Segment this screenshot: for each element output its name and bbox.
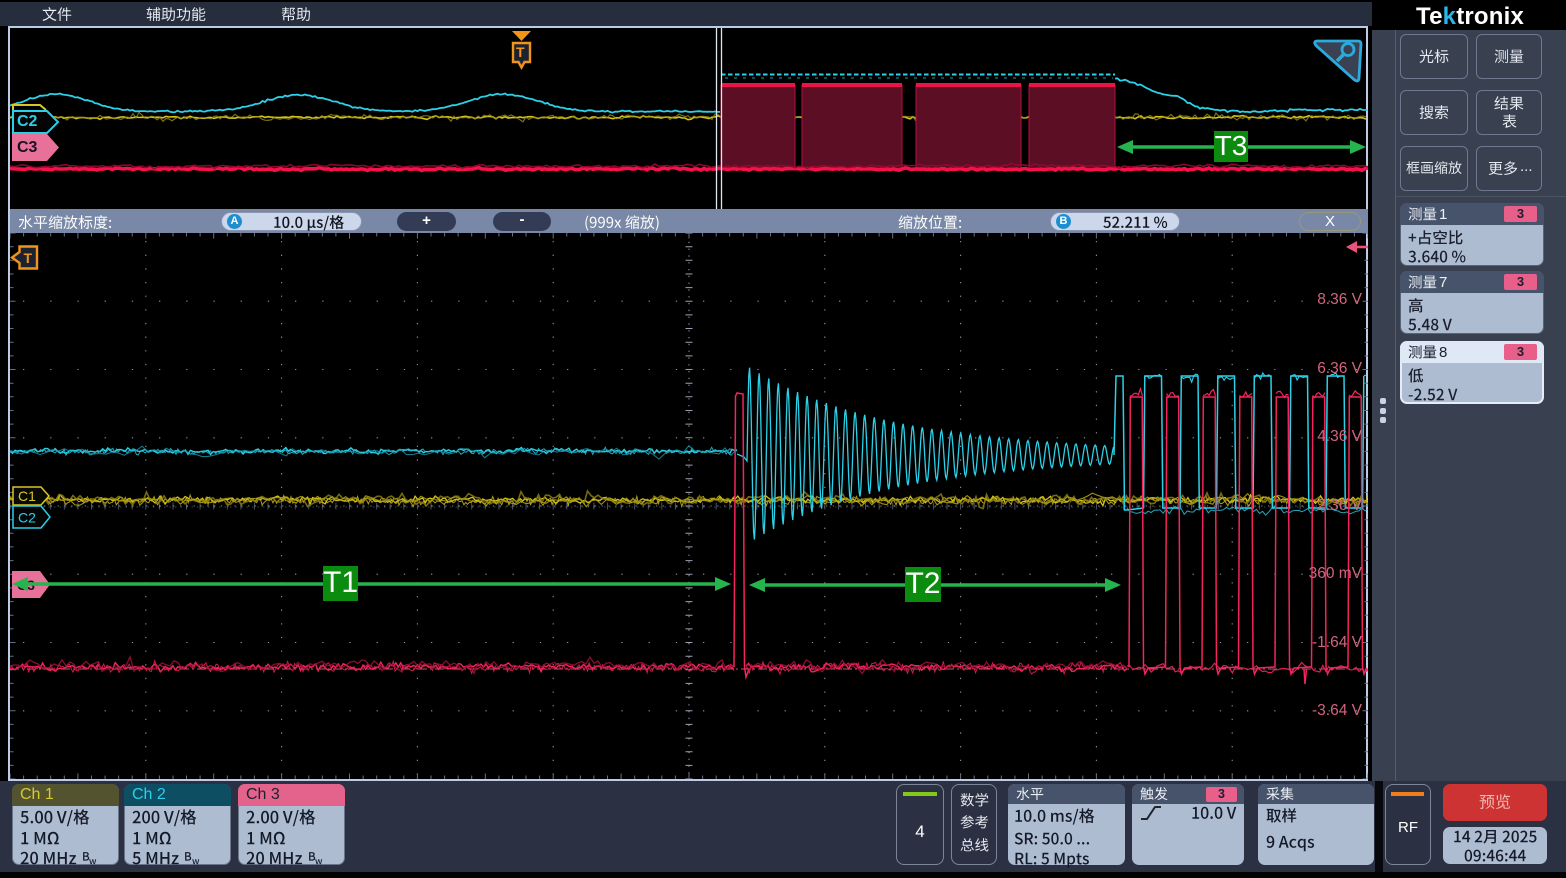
- svg-text:T: T: [24, 250, 33, 266]
- svg-text:C2: C2: [18, 510, 36, 526]
- svg-text:C1: C1: [18, 488, 36, 504]
